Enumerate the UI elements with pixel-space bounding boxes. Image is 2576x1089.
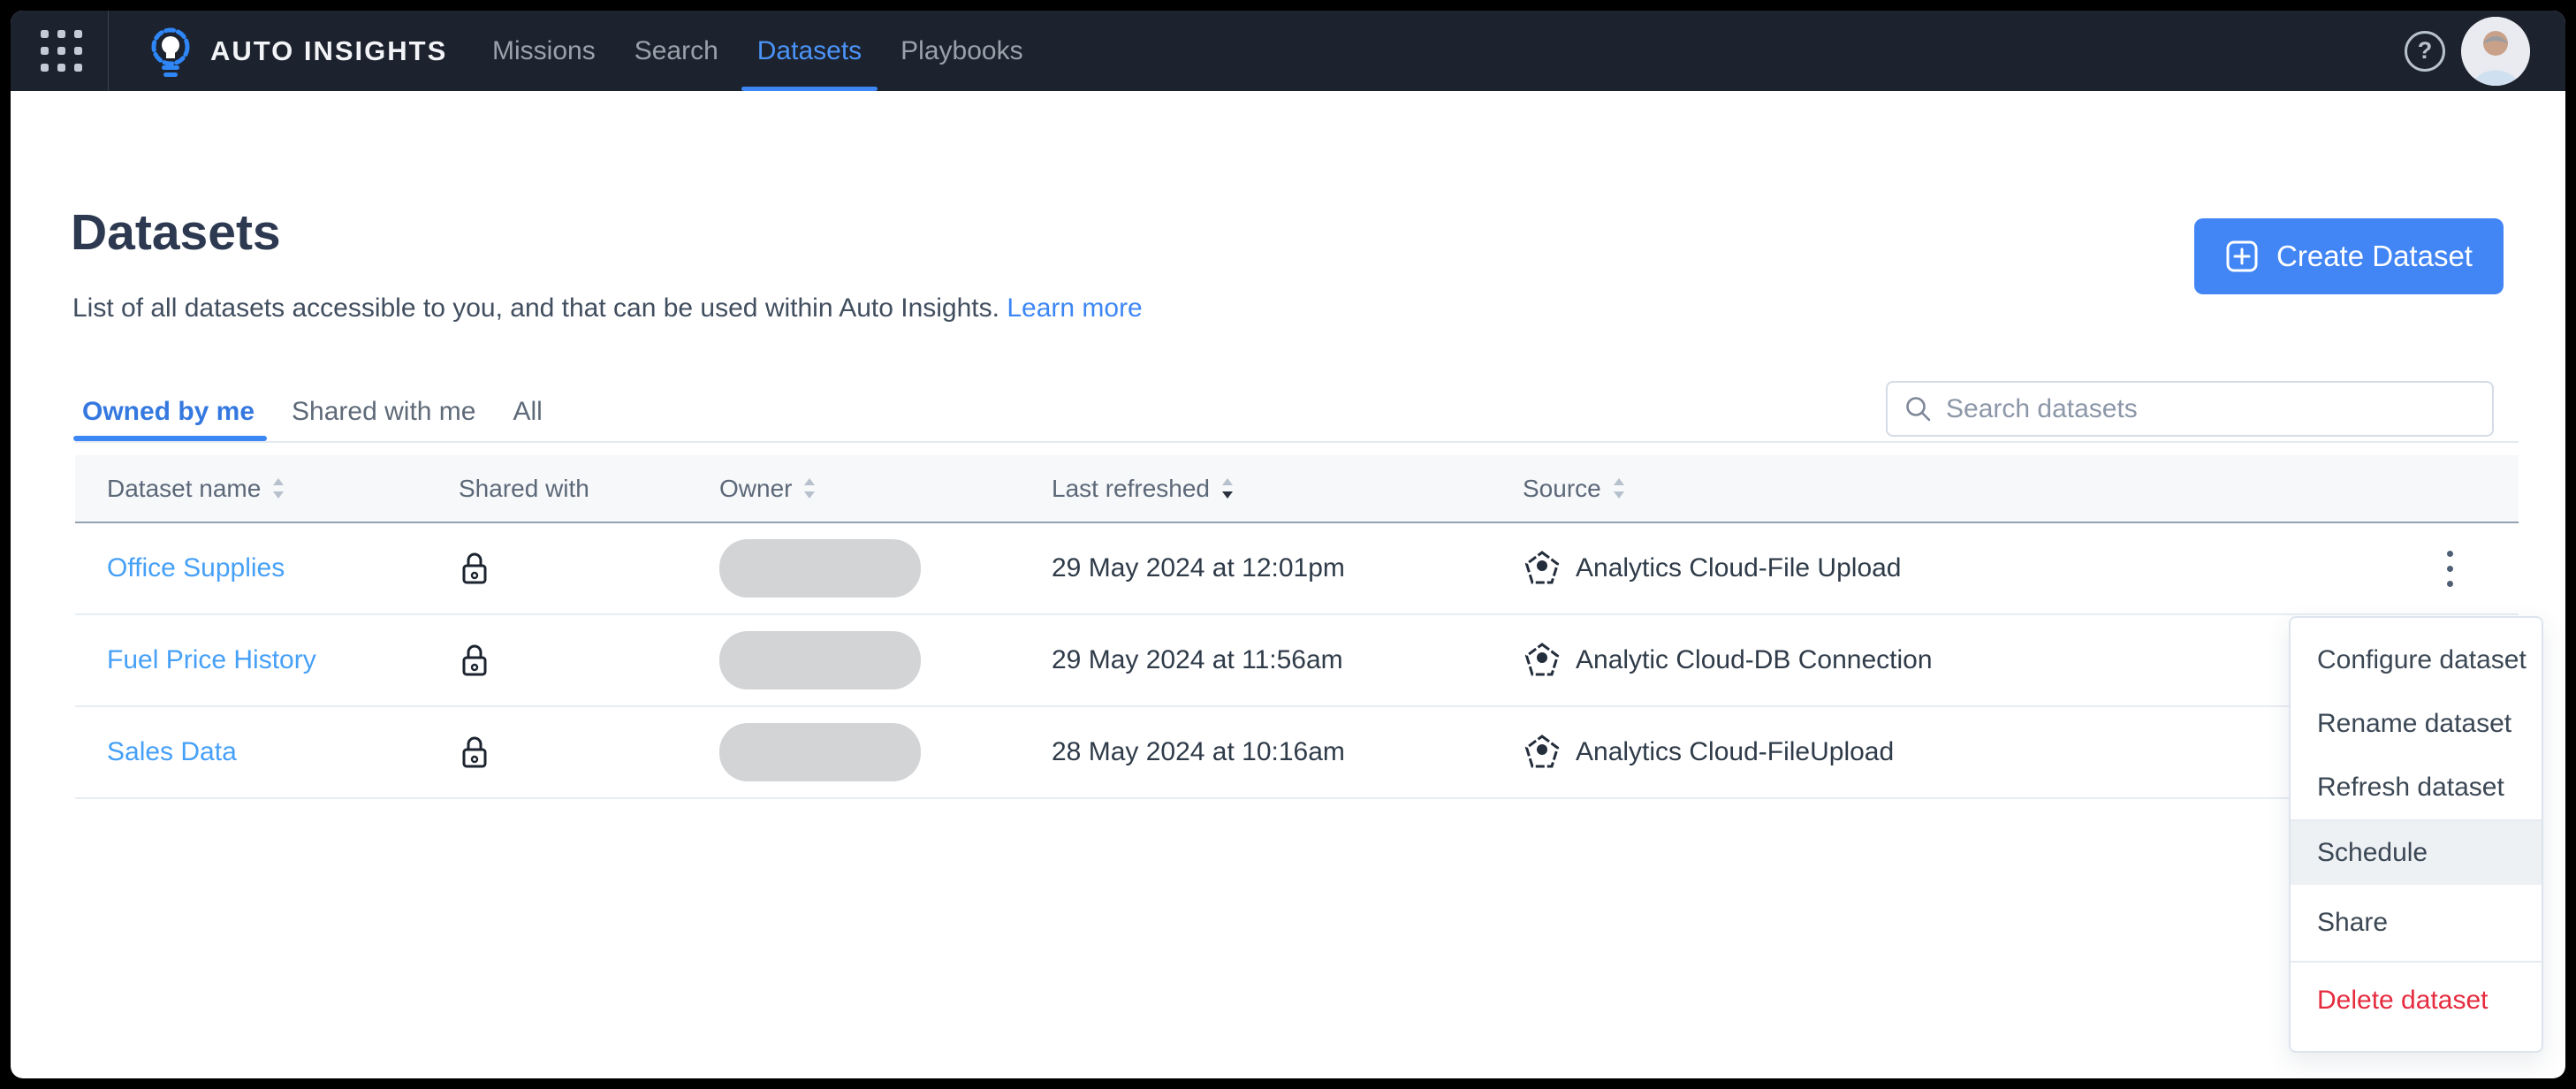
sort-icon (1613, 478, 1624, 499)
menu-schedule[interactable]: Schedule (2291, 821, 2542, 885)
menu-share[interactable]: Share (2291, 885, 2542, 961)
top-navbar: AUTO INSIGHTS Missions Search Datasets P… (11, 11, 2565, 91)
lock-icon (459, 615, 490, 705)
tab-all[interactable]: All (513, 383, 542, 441)
lock-icon (459, 523, 490, 613)
primary-nav: Missions Search Datasets Playbooks (492, 11, 1023, 91)
tab-shared-with-me[interactable]: Shared with me (292, 383, 475, 441)
dataset-tabs: Owned by me Shared with me All (72, 383, 543, 441)
col-dataset-name[interactable]: Dataset name (107, 455, 285, 522)
lightbulb-logo-icon (145, 25, 196, 84)
col-last-refreshed-label: Last refreshed (1052, 474, 1210, 502)
redacted-owner (719, 539, 921, 598)
source-value: Analytics Cloud-File Upload (1576, 553, 1902, 583)
redacted-owner (719, 723, 921, 781)
help-icon[interactable]: ? (2405, 30, 2445, 72)
row-context-menu: Configure dataset Rename dataset Refresh… (2289, 616, 2543, 1053)
nav-playbooks[interactable]: Playbooks (900, 11, 1022, 91)
table-header-row: Dataset name Shared with Owner Last refr… (75, 455, 2519, 523)
datasets-table: Dataset name Shared with Owner Last refr… (75, 455, 2519, 799)
redacted-owner (719, 631, 921, 689)
col-last-refreshed[interactable]: Last refreshed (1052, 455, 1235, 522)
analytics-cloud-icon (1524, 735, 1560, 768)
page-subtitle: List of all datasets accessible to you, … (72, 293, 1143, 324)
col-source-label: Source (1523, 474, 1601, 502)
menu-rename-dataset[interactable]: Rename dataset (2291, 692, 2542, 756)
search-icon (1906, 396, 1931, 421)
app-window: AUTO INSIGHTS Missions Search Datasets P… (11, 11, 2565, 1078)
analytics-cloud-icon (1524, 551, 1560, 584)
active-nav-underline (741, 87, 878, 91)
analytics-cloud-icon (1524, 643, 1560, 676)
col-owner-label: Owner (719, 474, 793, 502)
user-avatar[interactable] (2461, 16, 2530, 86)
navbar-right-cluster: ? (2405, 11, 2530, 91)
sort-icon (273, 478, 285, 499)
menu-configure-dataset[interactable]: Configure dataset (2291, 628, 2542, 692)
plus-square-icon (2226, 240, 2258, 272)
row-actions-kebab-icon[interactable] (2432, 523, 2467, 613)
col-source[interactable]: Source (1523, 455, 1626, 522)
page-subtitle-text: List of all datasets accessible to you, … (72, 293, 999, 323)
menu-refresh-dataset[interactable]: Refresh dataset (2291, 756, 2542, 819)
last-refreshed-value: 29 May 2024 at 12:01pm (1052, 553, 1345, 583)
sort-icon (804, 478, 816, 499)
learn-more-link[interactable]: Learn more (1007, 293, 1142, 323)
source-value: Analytic Cloud-DB Connection (1576, 645, 1933, 674)
page-title: Datasets (71, 204, 281, 261)
menu-delete-dataset[interactable]: Delete dataset (2291, 963, 2542, 1039)
dataset-link[interactable]: Fuel Price History (107, 645, 316, 675)
col-owner[interactable]: Owner (719, 455, 817, 522)
sort-icon-desc-active (1222, 478, 1233, 499)
create-dataset-label: Create Dataset (2276, 240, 2473, 272)
lock-icon (459, 707, 490, 797)
table-row: Office Supplies 29 May 2024 at 12:01pm A… (75, 523, 2519, 615)
col-shared-with: Shared with (459, 455, 589, 522)
app-launcher-icon[interactable] (41, 30, 83, 72)
last-refreshed-value: 28 May 2024 at 10:16am (1052, 737, 1345, 766)
source-value: Analytics Cloud-FileUpload (1576, 737, 1895, 766)
dataset-link[interactable]: Sales Data (107, 737, 237, 767)
last-refreshed-value: 29 May 2024 at 11:56am (1052, 645, 1343, 674)
brand-title: AUTO INSIGHTS (210, 34, 448, 66)
tabs-baseline (75, 441, 2519, 443)
table-row: Fuel Price History 29 May 2024 at 11:56a… (75, 615, 2519, 707)
tab-owned-by-me[interactable]: Owned by me (72, 383, 268, 441)
navbar-divider (108, 11, 109, 91)
dataset-link[interactable]: Office Supplies (107, 553, 285, 583)
screenshot-root: AUTO INSIGHTS Missions Search Datasets P… (0, 0, 2576, 1089)
dataset-search (1886, 381, 2494, 437)
col-shared-with-label: Shared with (459, 474, 589, 502)
create-dataset-button[interactable]: Create Dataset (2194, 218, 2504, 294)
nav-search[interactable]: Search (635, 11, 718, 91)
table-row: Sales Data 28 May 2024 at 10:16am Analyt… (75, 707, 2519, 799)
search-input[interactable] (1946, 393, 2476, 424)
nav-datasets[interactable]: Datasets (741, 11, 878, 91)
col-dataset-name-label: Dataset name (107, 474, 262, 502)
nav-missions[interactable]: Missions (492, 11, 596, 91)
nav-datasets-label: Datasets (756, 35, 862, 65)
